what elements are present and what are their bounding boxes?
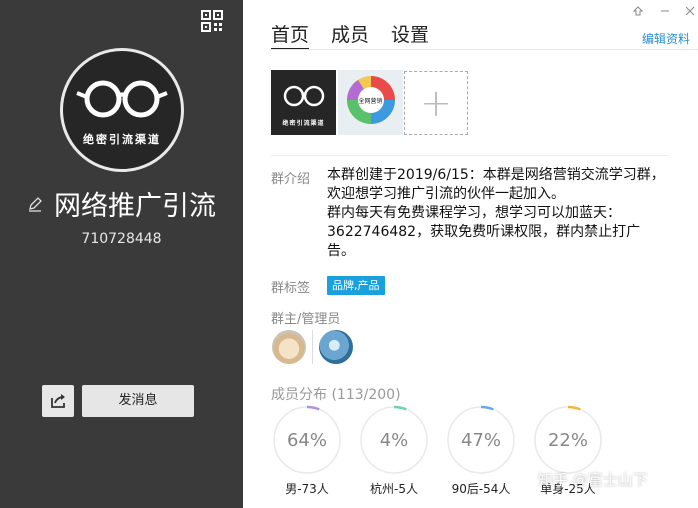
admins-label: 群主/管理员 [271,312,341,327]
stat-ring-arc [393,405,407,411]
group-name-row: 网络推广引流 [0,184,243,223]
stat-gender[interactable]: 64% [272,405,342,475]
minimize-icon[interactable] [659,2,671,14]
tags-label: 群标签 [271,281,311,296]
send-message-button[interactable]: 发消息 [82,385,194,417]
stat-ring-arc [567,405,581,411]
avatar-caption: 绝密引流渠道 [83,133,161,146]
pin-icon[interactable] [632,2,644,16]
member-distribution-title: 成员分布 [271,387,327,403]
group-name: 网络推广引流 [54,191,217,222]
tab-home[interactable]: 首页 [271,20,310,50]
group-tag[interactable]: 品牌,产品 [327,276,385,295]
glasses-logo-icon [76,80,168,118]
tab-divider [271,49,698,50]
stat-ring-arc [480,405,494,411]
share-button[interactable] [42,385,74,417]
owner-avatar[interactable] [272,330,306,364]
plus-icon: + [420,81,452,125]
tab-settings[interactable]: 设置 [391,20,429,47]
intro-label: 群介绍 [271,172,311,187]
admin-divider [312,330,313,364]
group-profile-panel: 绝密引流渠道 网络推广引流 710728448 发消息 [0,0,243,508]
stat-caption: 杭州-5人 [370,482,418,496]
add-photo-button[interactable]: + [404,71,468,135]
photo-caption: 全网营销 [358,98,383,105]
stat-caption: 90后-54人 [451,482,511,496]
stat-percent: 47% [460,430,501,451]
stat-caption: 男-73人 [285,482,329,496]
stat-ring-arc [306,405,320,411]
intro-text: 群内每天有免费课程学习，想学习可以加蓝天：3622746482，获取免费听课权限… [327,205,641,259]
qr-code-icon[interactable] [201,10,223,32]
group-avatar[interactable]: 绝密引流渠道 [60,48,184,172]
group-intro: 本群创建于2019/6/15：本群是网络营销交流学习群，欢迎想学习推广引流的伙伴… [327,166,667,261]
stat-relationship[interactable]: 22% [533,405,603,475]
watermark: 知乎 @富士山下 [538,471,648,489]
group-id: 710728448 [81,231,162,247]
photo-caption: 绝密引流渠道 [282,120,325,127]
member-distribution-label: 成员分布 (113/200) [271,384,401,404]
group-photo[interactable]: 全网营销 [338,70,403,135]
stat-percent: 22% [547,430,588,451]
edit-profile-link[interactable]: 编辑资料 [642,30,690,47]
intro-text: 本群创建于2019/6/15：本群是网络营销交流学习群，欢迎想学习推广引流的伙伴… [327,167,665,202]
admin-avatar[interactable] [319,330,353,364]
share-icon [51,394,65,408]
stat-percent: 4% [379,430,409,451]
stat-age[interactable]: 47% [446,405,516,475]
stat-city[interactable]: 4% [359,405,429,475]
tab-members[interactable]: 成员 [331,20,369,47]
member-count: (113/200) [331,387,401,403]
edit-pencil-icon[interactable] [27,196,43,212]
close-icon[interactable] [684,2,696,16]
divider [271,155,668,156]
group-photo[interactable]: 绝密引流渠道 [271,70,336,135]
group-detail-panel: 首页 成员 设置 编辑资料 绝密引流渠道 全网营销 + 群介绍 本群创建于201… [243,0,698,508]
stat-percent: 64% [286,430,327,451]
